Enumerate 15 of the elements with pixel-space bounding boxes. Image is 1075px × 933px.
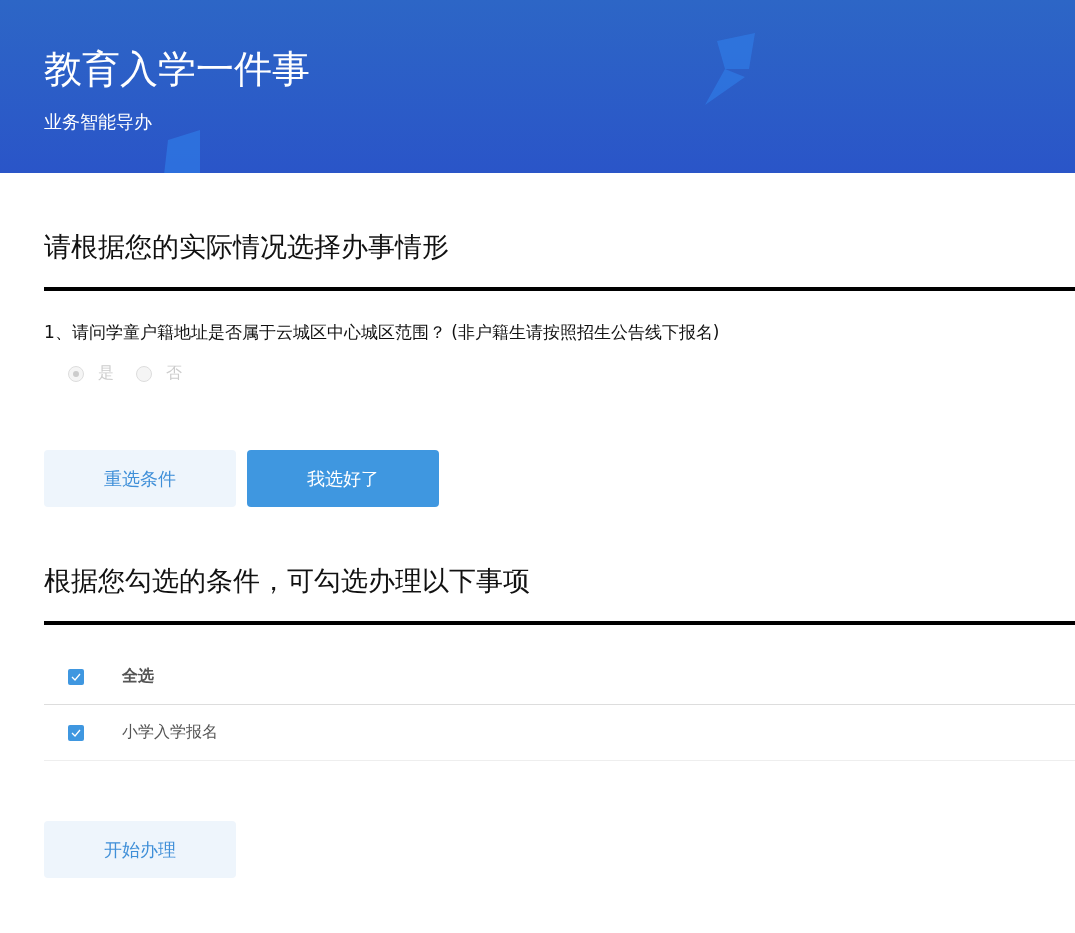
banner-decoration-drawing <box>705 33 756 105</box>
matter-label: 小学入学报名 <box>122 722 218 743</box>
section-heading: 请根据您的实际情况选择办事情形 <box>44 230 450 264</box>
page-subtitle: 业务智能导办 <box>44 110 152 134</box>
check-icon <box>71 672 81 681</box>
question-text: 1、请问学童户籍地址是否属于云城区中心城区范围？ (非户籍生请按照招生公告线下报名) <box>44 321 721 344</box>
checkbox[interactable] <box>68 668 84 685</box>
page-title: 教育入学一件事 <box>44 46 310 93</box>
start-button[interactable]: 开始办理 <box>44 821 236 878</box>
check-icon <box>71 728 81 737</box>
confirm-button[interactable]: 我选好了 <box>247 450 439 507</box>
select-all-label: 全选 <box>122 666 154 687</box>
checkbox[interactable] <box>68 724 84 741</box>
reset-button[interactable]: 重选条件 <box>44 450 236 507</box>
section-heading: 根据您勾选的条件，可勾选办理以下事项 <box>44 564 531 598</box>
